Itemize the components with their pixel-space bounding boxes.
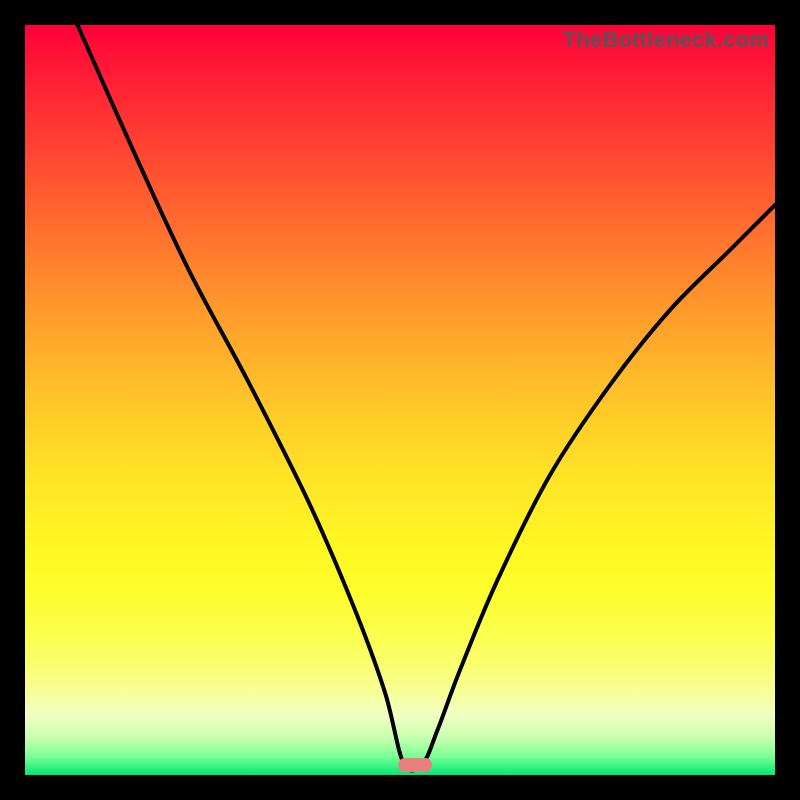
- chart-frame: TheBottleneck.com: [0, 0, 800, 800]
- watermark-text: TheBottleneck.com: [563, 27, 769, 53]
- curve-path: [78, 25, 776, 771]
- valley-marker: [398, 758, 432, 772]
- plot-area: TheBottleneck.com: [25, 25, 775, 775]
- bottleneck-curve: [25, 25, 775, 775]
